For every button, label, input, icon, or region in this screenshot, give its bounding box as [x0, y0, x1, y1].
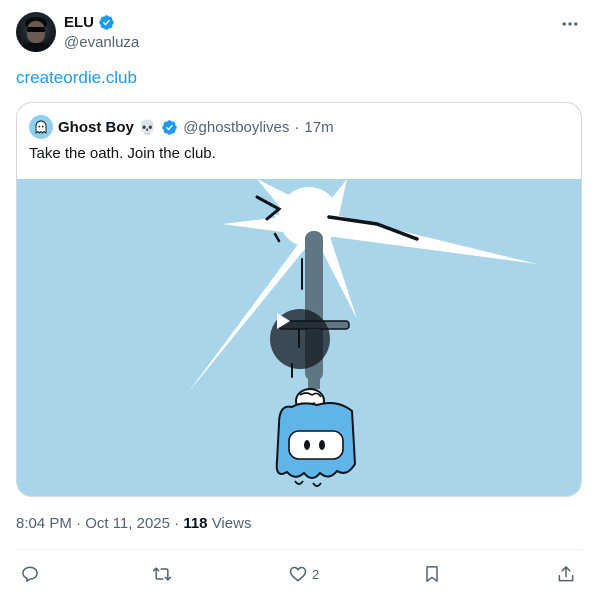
action-bar: 2: [16, 560, 582, 588]
like-button[interactable]: 2: [288, 560, 319, 588]
divider: [16, 549, 582, 550]
quoted-tweet[interactable]: Ghost Boy 💀 @ghostboylives · 17m Take th…: [16, 102, 582, 497]
play-button[interactable]: [270, 309, 330, 369]
share-icon: [558, 566, 574, 582]
video-media[interactable]: [17, 179, 581, 496]
quoted-text: Take the oath. Join the club.: [29, 145, 216, 162]
verified-badge-icon: [99, 15, 114, 30]
author-name-row[interactable]: ELU: [64, 14, 115, 31]
meta-separator: ·: [174, 515, 180, 532]
bookmark-button[interactable]: [422, 560, 446, 588]
like-count: 2: [312, 566, 320, 582]
post-link[interactable]: createordie.club: [16, 68, 137, 88]
quoted-avatar[interactable]: [29, 115, 53, 139]
ghost-icon: [35, 120, 47, 134]
reply-icon: [22, 566, 38, 582]
bookmark-icon: [426, 566, 438, 582]
tweet-meta: 8:04 PM · Oct 11, 2025 · 118 Views: [16, 515, 251, 532]
author-name[interactable]: ELU: [64, 14, 94, 31]
skull-emoji: 💀: [138, 118, 157, 135]
repost-button[interactable]: [152, 560, 176, 588]
like-icon: [289, 566, 307, 582]
tweet: ELU @evanluza createordie.club Ghost Boy…: [0, 0, 598, 598]
quoted-tweet-header: Ghost Boy 💀 @ghostboylives · 17m: [29, 115, 334, 139]
quoted-handle[interactable]: @ghostboylives: [183, 119, 289, 136]
quoted-name[interactable]: Ghost Boy: [58, 119, 134, 136]
views-label: Views: [211, 515, 252, 532]
share-button[interactable]: [556, 560, 580, 588]
repost-icon: [152, 567, 172, 581]
views-count: 118: [183, 515, 208, 532]
verified-badge-icon: [162, 119, 178, 135]
reply-button[interactable]: [20, 560, 44, 588]
quoted-separator: ·: [294, 118, 300, 136]
timestamp[interactable]: 8:04 PM · Oct 11, 2025: [16, 515, 170, 532]
quoted-time[interactable]: 17m: [304, 119, 333, 136]
author-handle[interactable]: @evanluza: [64, 34, 139, 51]
author-avatar[interactable]: [16, 12, 56, 52]
more-icon[interactable]: [558, 12, 582, 36]
play-icon: [277, 313, 290, 329]
